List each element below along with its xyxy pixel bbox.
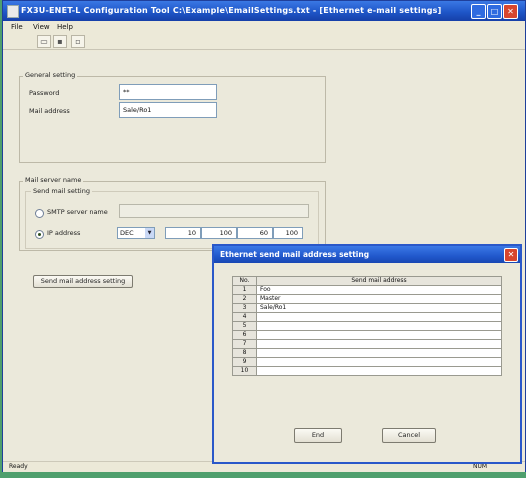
dialog-close-button[interactable]: ✕ bbox=[504, 248, 518, 262]
smtp-label: SMTP server name bbox=[47, 208, 108, 216]
password-label: Password bbox=[29, 89, 60, 97]
menu-view[interactable]: View bbox=[33, 21, 50, 33]
address-cell[interactable] bbox=[256, 321, 502, 331]
ip-octet-1[interactable]: 10 bbox=[165, 227, 201, 239]
mail-address-input[interactable]: Sale/Ro1 bbox=[119, 102, 217, 118]
open-icon[interactable]: ▭ bbox=[37, 35, 51, 48]
row-number: 7 bbox=[232, 339, 257, 349]
end-button[interactable]: End bbox=[294, 428, 342, 443]
column-header-no: No. bbox=[232, 276, 257, 286]
table-row[interactable]: 2 Master bbox=[232, 294, 502, 304]
dialog-title-bar[interactable]: Ethernet send mail address setting ✕ bbox=[214, 246, 520, 263]
menu-file[interactable]: File bbox=[11, 21, 23, 33]
app-icon bbox=[7, 5, 19, 18]
minimize-button[interactable]: _ bbox=[471, 4, 486, 19]
ip-address-label: IP address bbox=[47, 229, 81, 237]
menu-bar: File View Help bbox=[3, 21, 525, 33]
ip-octet-4[interactable]: 100 bbox=[273, 227, 303, 239]
address-cell[interactable] bbox=[256, 312, 502, 322]
table-row[interactable]: 6 bbox=[232, 330, 502, 340]
row-number: 6 bbox=[232, 330, 257, 340]
row-number: 1 bbox=[232, 285, 257, 295]
address-cell[interactable]: Foo bbox=[256, 285, 502, 295]
smtp-radio[interactable] bbox=[35, 209, 44, 218]
send-mail-address-dialog: Ethernet send mail address setting ✕ No.… bbox=[212, 244, 522, 464]
table-row[interactable]: 5 bbox=[232, 321, 502, 331]
send-mail-setting-legend: Send mail setting bbox=[31, 187, 92, 195]
ip-octet-2[interactable]: 100 bbox=[201, 227, 237, 239]
table-row[interactable]: 8 bbox=[232, 348, 502, 358]
table-row[interactable]: 1 Foo bbox=[232, 285, 502, 295]
ip-format-select[interactable]: DEC ▼ bbox=[117, 227, 155, 239]
mail-address-table: No. Send mail address 1 Foo 2 Master 3 Sale… bbox=[232, 276, 502, 376]
window-title: FX3U-ENET-L Configuration Tool C:\Exampl… bbox=[21, 6, 442, 15]
status-text: Ready bbox=[9, 463, 28, 470]
address-cell[interactable]: Master bbox=[256, 294, 502, 304]
general-setting-legend: General setting bbox=[23, 71, 78, 79]
ip-format-value: DEC bbox=[120, 229, 134, 237]
print-icon[interactable]: ▫ bbox=[71, 35, 85, 48]
menu-help[interactable]: Help bbox=[57, 21, 73, 33]
chevron-down-icon: ▼ bbox=[145, 228, 154, 238]
ip-octet-3[interactable]: 60 bbox=[237, 227, 273, 239]
row-number: 3 bbox=[232, 303, 257, 313]
toolbar: ▭ ▪ ▫ bbox=[3, 33, 525, 50]
close-button[interactable]: ✕ bbox=[503, 4, 518, 19]
ip-address-radio[interactable] bbox=[35, 230, 44, 239]
password-input[interactable]: ** bbox=[119, 84, 217, 100]
address-cell[interactable]: Sale/Ro1 bbox=[256, 303, 502, 313]
table-row[interactable]: 3 Sale/Ro1 bbox=[232, 303, 502, 313]
address-cell[interactable] bbox=[256, 357, 502, 367]
table-row[interactable]: 10 bbox=[232, 366, 502, 376]
send-mail-address-setting-button[interactable]: Send mail address setting bbox=[33, 275, 133, 288]
address-cell[interactable] bbox=[256, 366, 502, 376]
title-bar[interactable]: FX3U-ENET-L Configuration Tool C:\Exampl… bbox=[3, 1, 525, 21]
save-icon[interactable]: ▪ bbox=[53, 35, 67, 48]
row-number: 5 bbox=[232, 321, 257, 331]
address-cell[interactable] bbox=[256, 339, 502, 349]
mail-server-legend: Mail server name bbox=[23, 176, 84, 184]
row-number: 10 bbox=[232, 366, 257, 376]
row-number: 2 bbox=[232, 294, 257, 304]
row-number: 8 bbox=[232, 348, 257, 358]
smtp-server-input[interactable] bbox=[119, 204, 309, 218]
address-cell[interactable] bbox=[256, 330, 502, 340]
table-row[interactable]: 7 bbox=[232, 339, 502, 349]
table-row[interactable]: 9 bbox=[232, 357, 502, 367]
column-header-address: Send mail address bbox=[256, 276, 502, 286]
maximize-button[interactable]: □ bbox=[487, 4, 502, 19]
cancel-button[interactable]: Cancel bbox=[382, 428, 436, 443]
address-cell[interactable] bbox=[256, 348, 502, 358]
send-mail-setting-group bbox=[25, 191, 319, 249]
row-number: 4 bbox=[232, 312, 257, 322]
row-number: 9 bbox=[232, 357, 257, 367]
dialog-title: Ethernet send mail address setting bbox=[220, 250, 370, 259]
mail-address-label: Mail address bbox=[29, 107, 70, 115]
table-row[interactable]: 4 bbox=[232, 312, 502, 322]
